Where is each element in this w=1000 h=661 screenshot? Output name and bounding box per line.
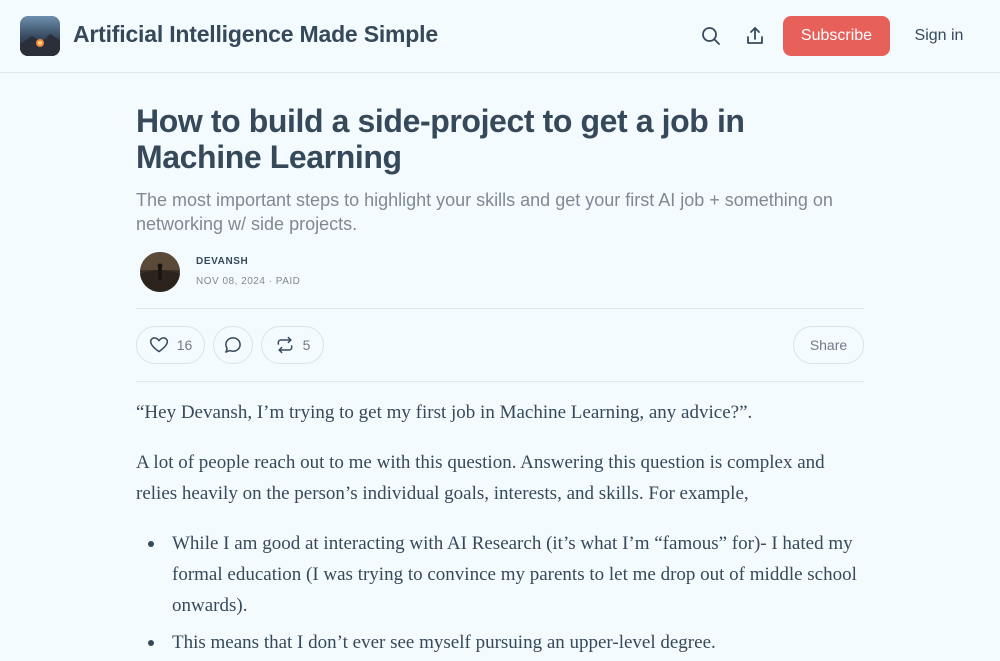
- article-title: How to build a side-project to get a job…: [136, 103, 745, 175]
- paragraph-1: “Hey Devansh, I’m trying to get my first…: [136, 402, 753, 423]
- search-icon[interactable]: [699, 24, 723, 48]
- restack-icon: [275, 335, 295, 355]
- sign-in-link[interactable]: Sign in: [902, 16, 976, 56]
- list-item: This means that I don’t ever see myself …: [136, 627, 866, 658]
- subscribe-button[interactable]: Subscribe: [783, 16, 890, 56]
- comment-icon: [223, 335, 243, 355]
- paragraph-2: A lot of people reach out to me with thi…: [136, 452, 825, 504]
- publication-title[interactable]: Artificial Intelligence Made Simple: [73, 21, 438, 48]
- heart-icon: [149, 335, 169, 355]
- divider-top: [136, 308, 864, 309]
- restack-button[interactable]: 5: [261, 326, 324, 364]
- author-avatar[interactable]: [140, 252, 180, 292]
- bullet-dot: [148, 541, 154, 547]
- share-button[interactable]: Share: [793, 326, 864, 364]
- divider-bottom: [136, 381, 864, 382]
- comment-button[interactable]: [213, 326, 253, 364]
- list-item: While I am good at interacting with AI R…: [136, 528, 866, 621]
- share-upload-icon[interactable]: [743, 24, 767, 48]
- top-navigation-bar: Artificial Intelligence Made Simple Subs…: [0, 0, 1000, 73]
- list-item-text: This means that I don’t ever see myself …: [172, 632, 716, 653]
- list-item-text: While I am good at interacting with AI R…: [172, 533, 857, 616]
- like-count: 16: [176, 337, 193, 353]
- restack-count: 5: [302, 337, 311, 353]
- post-date-meta: NOV 08, 2024 · PAID: [196, 276, 301, 287]
- publication-logo[interactable]: [20, 16, 60, 56]
- bullet-dot: [148, 640, 154, 646]
- share-label: Share: [809, 337, 848, 353]
- article-subtitle: The most important steps to highlight yo…: [136, 190, 833, 234]
- like-button[interactable]: 16: [136, 326, 205, 364]
- author-name[interactable]: DEVANSH: [196, 256, 248, 267]
